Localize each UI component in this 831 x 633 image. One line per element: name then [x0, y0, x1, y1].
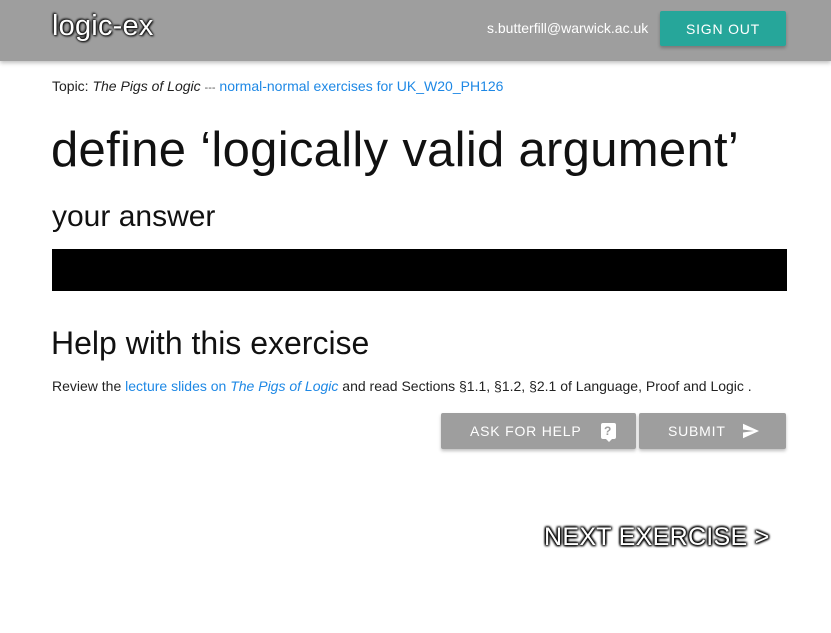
exercise-set-link[interactable]: normal-normal exercises for UK_W20_PH126 [219, 78, 503, 94]
help-text-before: Review the [52, 378, 122, 394]
topic-book-title: The Pigs of Logic [92, 78, 201, 94]
help-text: Review the lecture slides on The Pigs of… [52, 378, 752, 394]
ask-for-help-button[interactable]: ASK FOR HELP ? [441, 413, 636, 449]
topic-breadcrumb: Topic: The Pigs of Logic --- normal-norm… [52, 78, 503, 94]
sign-out-button[interactable]: SIGN OUT [660, 11, 786, 46]
answer-input[interactable] [52, 249, 787, 291]
topic-separator: --- [204, 82, 216, 94]
ask-for-help-label: ASK FOR HELP [470, 423, 582, 439]
help-heading: Help with this exercise [51, 325, 370, 361]
lecture-slides-book: The Pigs of Logic [230, 378, 339, 394]
topic-prefix: Topic: [52, 78, 89, 94]
send-icon [742, 423, 760, 439]
lecture-slides-link[interactable]: lecture slides on The Pigs of Logic [125, 378, 338, 394]
user-email: s.butterfill@warwick.ac.uk [487, 20, 649, 36]
help-text-after: and read Sections §1.1, §1.2, §2.1 of La… [342, 378, 752, 394]
submit-label: SUBMIT [668, 423, 726, 439]
submit-button[interactable]: SUBMIT [639, 413, 786, 449]
top-navbar: logic-ex s.butterfill@warwick.ac.uk SIGN… [0, 0, 831, 61]
next-exercise-link[interactable]: NEXT EXERCISE > [544, 523, 770, 552]
exercise-title: define ‘logically valid argument’ [51, 123, 740, 177]
lecture-slides-link-text: lecture slides on [125, 378, 227, 394]
live-help-icon: ? [600, 423, 616, 442]
answer-heading: your answer [52, 200, 216, 233]
app-brand[interactable]: logic-ex [52, 10, 154, 43]
